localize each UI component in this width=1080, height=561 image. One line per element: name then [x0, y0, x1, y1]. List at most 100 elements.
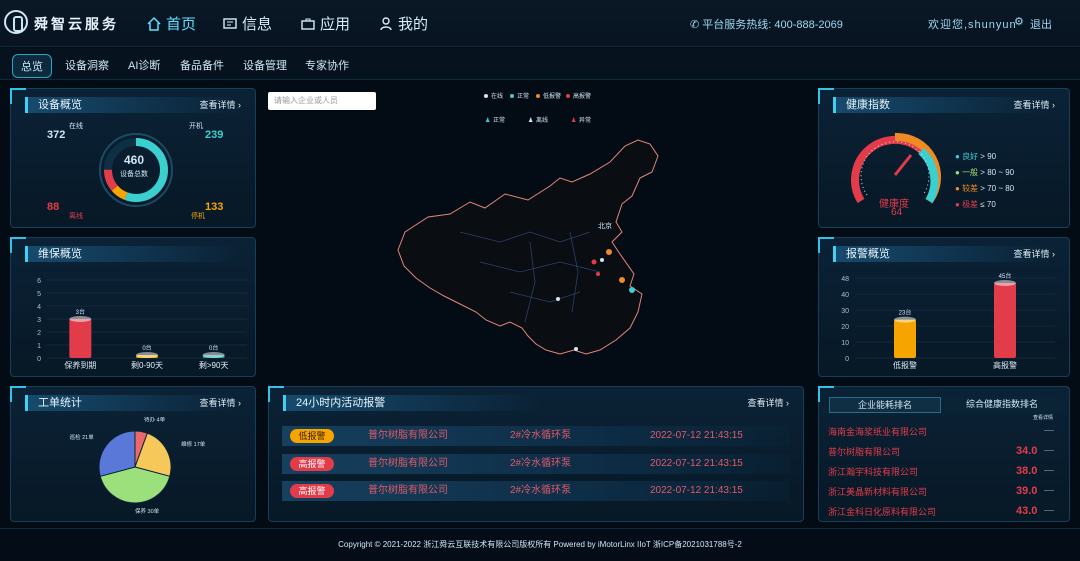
alerts-more-label: 查看详情 [747, 398, 784, 408]
map-search-input[interactable]: 请输入企业或人员 [268, 92, 376, 110]
health-more-link[interactable]: 查看详情 › [1013, 98, 1055, 111]
nav-home[interactable]: 首页 [146, 13, 196, 34]
tab-ai-diagnosis[interactable]: AI诊断 [128, 57, 160, 73]
app-icon [301, 18, 315, 30]
maintenance-panel: 维保概览 6 5 4 3 2 1 0 3台 保养到期 0台 剩0-90天 0台 剩>90天 [10, 237, 256, 377]
alert-device: 2#冷水循环泵 [510, 485, 572, 496]
nav-apps-label: 应用 [320, 16, 351, 33]
x-tick-label: 保养到期 [64, 360, 96, 370]
y-tick-label: 20 [841, 324, 849, 331]
alert-row[interactable]: 低报警 普尔树脂有限公司 2#冷水循环泵 2022-07-12 21:43:15 [282, 426, 790, 446]
hotline-text: 平台服务热线: 400-888-2069 [702, 19, 843, 31]
x-tick-label: 低报警 [893, 360, 917, 370]
bar-value-label: 23台 [899, 309, 912, 317]
tab-device-management[interactable]: 设备管理 [243, 57, 287, 73]
alert-company: 普尔树脂有限公司 [368, 485, 448, 496]
user-icon [380, 16, 392, 30]
alert-device: 2#冷水循环泵 [510, 458, 572, 469]
nav-apps[interactable]: 应用 [300, 13, 350, 34]
map-marker[interactable] [606, 249, 612, 255]
ranking-value: 39.0 [1016, 485, 1038, 497]
alert-time: 2022-07-12 21:43:15 [650, 458, 743, 469]
running-label: 开机 [189, 123, 203, 130]
ranking-company: 海南金海浆纸业有限公司 [828, 427, 928, 437]
nav-message-label: 信息 [242, 16, 273, 33]
bar-cap [69, 316, 92, 322]
legend-item: ● 良好 > 90 [955, 152, 997, 161]
phone-icon: ✆ [690, 19, 703, 31]
alarm-more-link[interactable]: 查看详情 › [1013, 247, 1055, 260]
logout-button[interactable]: 退出 [1030, 16, 1052, 32]
nav-mine[interactable]: 我的 [378, 13, 428, 34]
y-tick-label: 48 [841, 276, 849, 283]
alert-row[interactable]: 高报警 普尔树脂有限公司 2#冷水循环泵 2022-07-12 21:43:15 [282, 481, 790, 501]
maintenance-chart: 6 5 4 3 2 1 0 3台保养到期 0台剩0-90天 0台剩>90天 [37, 278, 247, 370]
svg-text:异常: 异常 [579, 116, 591, 124]
bar-value-label: 0台 [209, 344, 218, 352]
gauge-needle [893, 154, 913, 176]
ranking-detail-link[interactable]: 查看详情 [1033, 414, 1053, 421]
workorder-more-link[interactable]: 查看详情 › [199, 396, 241, 409]
nav-home-label: 首页 [166, 16, 197, 33]
online-label: 在线 [69, 123, 83, 130]
pie-slice-label: 巡检 21单 [70, 433, 95, 441]
bar [69, 319, 92, 358]
logo-icon [4, 10, 28, 34]
legend-item: ● 极差 ≤ 70 [955, 200, 996, 209]
nav-mine-label: 我的 [398, 16, 429, 33]
x-tick-label: 剩0-90天 [131, 360, 163, 370]
alarm-overview-panel: 报警概览 查看详情 › 48 40 30 20 10 0 23台 低报警 45台 高报警 [818, 237, 1070, 377]
device-total: 460 [124, 153, 145, 167]
bar-cap [994, 280, 1016, 286]
legend-item: ● 一般 > 80 ~ 90 [955, 168, 1015, 177]
y-tick-label: 2 [37, 330, 41, 337]
tab-health-ranking[interactable]: 综合健康指数排名 [943, 397, 1061, 413]
alarm-more-label: 查看详情 [1013, 249, 1050, 259]
settings-icon[interactable]: ⚙ [1014, 15, 1024, 28]
stopped-label: 停机 [191, 213, 205, 220]
y-tick-label: 10 [841, 340, 849, 347]
ranking-row[interactable]: 普尔树脂有限公司 34.0 [828, 445, 1054, 458]
device-more-label: 查看详情 [199, 100, 236, 110]
map-marker[interactable] [629, 287, 635, 293]
online-count: 372 [47, 129, 66, 141]
map-marker[interactable] [556, 297, 560, 301]
hotline: ✆ 平台服务热线: 400-888-2069 [690, 16, 843, 32]
map-marker[interactable] [591, 259, 597, 265]
tab-spare-parts[interactable]: 备品备件 [180, 57, 224, 73]
svg-text:离线: 离线 [536, 116, 548, 124]
tab-device-insight[interactable]: 设备洞察 [65, 57, 109, 73]
tab-energy-ranking[interactable]: 企业能耗排名 [829, 397, 941, 413]
svg-text:低报警: 低报警 [543, 92, 561, 100]
map-marker[interactable] [596, 272, 600, 276]
tab-overview[interactable]: 总览 [12, 54, 52, 78]
map-marker[interactable] [574, 347, 578, 351]
bar [894, 319, 916, 358]
running-count: 239 [205, 129, 224, 141]
offline-count: 88 [47, 201, 60, 213]
alert-row[interactable]: 高报警 普尔树脂有限公司 2#冷水循环泵 2022-07-12 21:43:15 [282, 454, 790, 474]
y-tick-label: 0 [37, 356, 41, 363]
y-tick-label: 30 [841, 308, 849, 315]
bar-value-label: 45台 [999, 272, 1012, 280]
ranking-value: 34.0 [1016, 445, 1038, 457]
ranking-row[interactable]: 浙江瀚宇科技有限公司 38.0 [828, 465, 1054, 478]
nav-message[interactable]: 信息 [222, 13, 272, 34]
device-more-link[interactable]: 查看详情 › [199, 98, 241, 111]
y-tick-label: 4 [37, 304, 41, 311]
alert-time: 2022-07-12 21:43:15 [650, 485, 743, 496]
y-tick-label: 0 [845, 356, 849, 363]
y-tick-label: 40 [841, 292, 849, 299]
tab-expert-collab[interactable]: 专家协作 [305, 57, 349, 73]
ranking-row[interactable]: 浙江美晶新材料有限公司 39.0 [828, 485, 1054, 498]
alerts-more-link[interactable]: 查看详情 › [747, 396, 789, 409]
device-total-label: 设备总数 [120, 171, 148, 178]
svg-text:正常: 正常 [517, 92, 529, 100]
bar-value-label: 0台 [142, 344, 151, 352]
y-tick-label: 5 [37, 291, 41, 298]
map-marker[interactable] [619, 277, 625, 283]
ranking-row[interactable]: 海南金海浆纸业有限公司 [828, 425, 1054, 438]
ranking-row[interactable]: 浙江金科日化原料有限公司 43.0 [828, 505, 1054, 518]
map-marker[interactable] [600, 258, 604, 262]
health-legend: ● 良好 > 90 ● 一般 > 80 ~ 90 ● 较差 > 70 ~ 80 … [955, 149, 1014, 213]
